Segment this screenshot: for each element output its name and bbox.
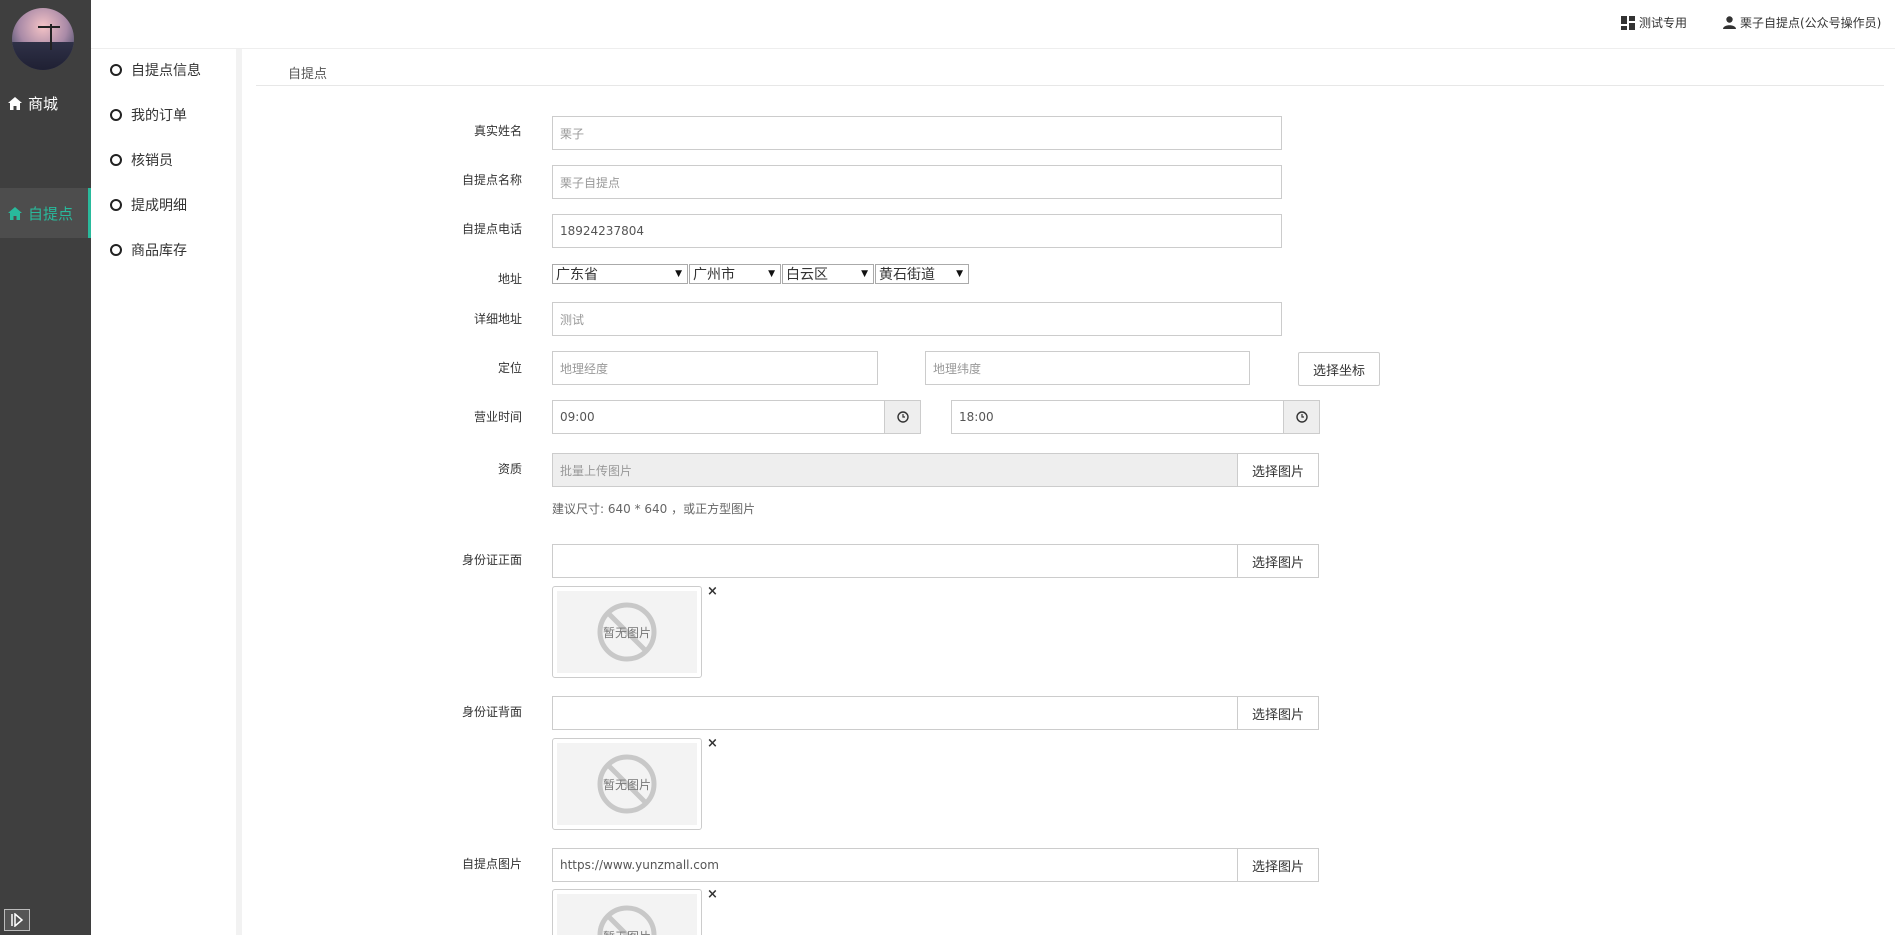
district-value: 白云区 [786,267,828,283]
circle-icon [110,154,122,166]
size-hint: 建议尺寸: 640 * 640 ，或正方型图片 [552,502,756,516]
province-select[interactable]: 广东省 ▼ [552,264,688,284]
clock-icon [1295,411,1308,423]
street-select[interactable]: 黄石街道 ▼ [875,264,969,284]
district-select[interactable]: 白云区 ▼ [782,264,874,284]
avatar[interactable] [12,8,74,70]
sidebar-item-label: 商城 [28,94,59,113]
phone-label: 自提点电话 [461,222,522,236]
id-back-label: 身份证背面 [461,705,522,719]
submenu-item-commission[interactable]: 提成明细 [110,194,187,216]
circle-icon [110,244,122,256]
latitude-input[interactable]: 地理纬度 [925,351,1250,385]
circle-icon [110,64,122,76]
store-image-input[interactable]: https://www.yunzmall.com [552,848,1238,882]
id-front-input[interactable] [552,544,1238,578]
page-title: 自提点 [288,67,328,82]
id-front-select-image-button[interactable]: 选择图片 [1237,544,1319,578]
submenu-item-label: 提成明细 [131,198,187,214]
remove-store-image-button[interactable]: × [707,887,718,902]
user-icon [1723,16,1736,29]
location-label: 定位 [497,361,522,375]
expand-icon [11,913,24,927]
longitude-input[interactable]: 地理经度 [552,351,878,385]
detail-address-label: 详细地址 [473,312,522,326]
submenu-item-info[interactable]: 自提点信息 [110,59,201,81]
street-value: 黄石街道 [879,267,935,283]
detail-address-input[interactable]: 测试 [552,302,1282,336]
caret-down-icon: ▼ [675,269,682,279]
address-label: 地址 [497,272,522,286]
id-front-label: 身份证正面 [461,553,522,567]
qualification-input: 批量上传图片 [552,453,1238,487]
submenu-item-stock[interactable]: 商品库存 [110,239,187,261]
main-sidebar: 商城 自提点 [0,0,91,935]
clock-icon [896,411,909,423]
open-time-picker[interactable] [884,400,921,434]
no-image-placeholder: 暂无图片 [557,743,697,825]
pick-coordinate-button[interactable]: 选择坐标 [1298,352,1380,386]
avatar-skyline [12,42,74,70]
id-back-input[interactable] [552,696,1238,730]
submenu-item-label: 核销员 [131,153,173,169]
city-select[interactable]: 广州市 ▼ [689,264,781,284]
business-hours-label: 营业时间 [473,410,522,424]
name-label: 自提点名称 [461,173,522,187]
submenu-item-verifiers[interactable]: 核销员 [110,149,173,171]
close-time-input[interactable]: 18:00 [951,400,1284,434]
submenu-item-label: 商品库存 [131,243,187,259]
avatar-crane-arm [38,26,60,28]
user-menu[interactable]: 栗子自提点(公众号操作员) [1723,14,1881,31]
dashboard-icon [1621,15,1635,30]
id-front-preview: 暂无图片 [552,586,702,678]
sub-menu: 自提点信息 我的订单 核销员 提成明细 商品库存 [91,49,242,935]
home-icon [8,96,22,110]
user-menu-label: 栗子自提点(公众号操作员) [1740,16,1882,30]
id-back-select-image-button[interactable]: 选择图片 [1237,696,1319,730]
no-image-placeholder: 暂无图片 [557,894,697,935]
no-image-placeholder: 暂无图片 [557,591,697,673]
city-value: 广州市 [693,267,735,283]
top-bar: 测试专用 栗子自提点(公众号操作员) [91,0,1895,49]
submenu-item-label: 自提点信息 [131,63,201,79]
test-link[interactable]: 测试专用 [1621,14,1687,31]
no-image-text: 暂无图片 [603,928,651,935]
sidebar-item-label: 自提点 [28,204,74,223]
store-image-label: 自提点图片 [461,857,522,871]
real-name-input[interactable]: 栗子 [552,116,1282,150]
name-input[interactable]: 栗子自提点 [552,165,1282,199]
test-link-label: 测试专用 [1639,16,1688,30]
no-image-text: 暂无图片 [602,625,651,640]
phone-input[interactable]: 18924237804 [552,214,1282,248]
sidebar-item-shop[interactable]: 商城 [0,78,91,128]
circle-icon [110,199,122,211]
province-value: 广东省 [556,267,598,283]
open-time-input[interactable]: 09:00 [552,400,885,434]
id-back-preview: 暂无图片 [552,738,702,830]
no-image-text: 暂无图片 [602,777,651,792]
qualification-select-image-button[interactable]: 选择图片 [1237,453,1319,487]
remove-id-front-button[interactable]: × [707,584,718,599]
collapse-sidebar-button[interactable] [4,909,30,931]
close-time-picker[interactable] [1283,400,1320,434]
caret-down-icon: ▼ [956,269,963,279]
qualification-label: 资质 [497,462,522,476]
content-header: 自提点 [256,60,1884,86]
circle-icon [110,109,122,121]
submenu-item-label: 我的订单 [131,108,187,124]
caret-down-icon: ▼ [768,269,775,279]
remove-id-back-button[interactable]: × [707,736,718,751]
caret-down-icon: ▼ [861,269,868,279]
store-image-preview: 暂无图片 [552,889,702,935]
submenu-item-orders[interactable]: 我的订单 [110,104,187,126]
store-image-select-image-button[interactable]: 选择图片 [1237,848,1319,882]
home-icon [8,206,22,220]
sidebar-item-pickup[interactable]: 自提点 [0,188,91,238]
real-name-label: 真实姓名 [473,124,522,138]
